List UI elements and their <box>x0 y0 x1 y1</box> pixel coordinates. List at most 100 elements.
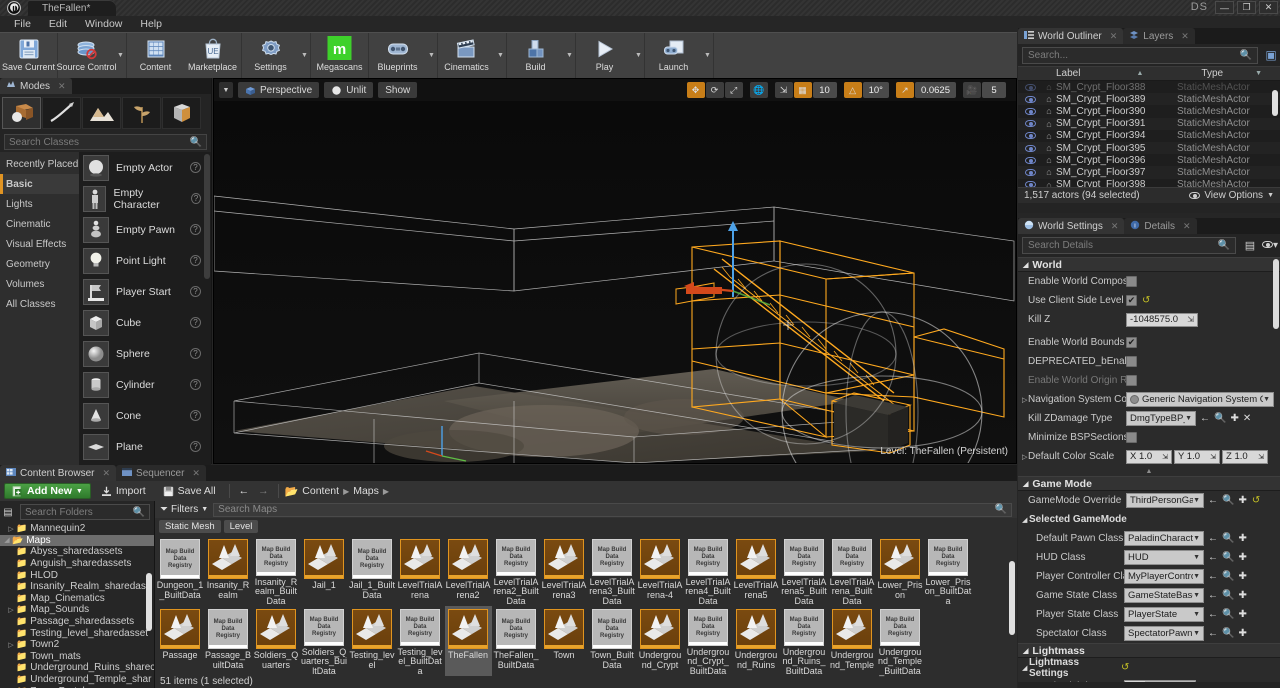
visibility-eye-icon[interactable] <box>1018 107 1042 115</box>
folder-row[interactable]: ▷ 📁 Map_Sounds <box>0 604 154 616</box>
folder-row[interactable]: 📁 Insanity_Realm_sharedass <box>0 581 154 593</box>
rotation-snap-value[interactable]: 10° <box>862 82 889 98</box>
menu-window[interactable]: Window <box>77 17 130 31</box>
category-basic[interactable]: Basic <box>0 174 79 194</box>
asset-tile[interactable]: Map Build Data Registry Testing_level_Bui… <box>397 606 444 676</box>
browse-back-icon[interactable]: ← <box>1208 609 1218 620</box>
browse-back-icon[interactable]: ← <box>1200 413 1210 424</box>
outliner-search-input[interactable]: Search... 🔍 <box>1022 47 1258 64</box>
settings-dropdown-icon[interactable]: ▼ <box>299 33 310 78</box>
breadcrumb-content[interactable]: Content <box>302 485 339 497</box>
asset-tile[interactable]: Map Build Data Registry LevelTrialArena_B… <box>829 536 876 606</box>
default-pawn-class-combo[interactable]: PaladinCharacter ▼ <box>1124 531 1204 546</box>
reset-icon[interactable]: ↺ <box>1121 662 1129 673</box>
column-type[interactable]: Type <box>1201 68 1223 79</box>
folder-row[interactable]: 📁 HLOD <box>0 569 154 581</box>
player-controller-class-combo[interactable]: MyPlayerController ▼ <box>1124 569 1204 584</box>
close-icon[interactable]: ✕ <box>102 468 110 479</box>
chevron-down-icon[interactable]: ▼ <box>1263 396 1270 403</box>
search-asset-icon[interactable]: 🔍 <box>1222 533 1234 544</box>
asset-tile[interactable]: LevelTrialArena-4 <box>637 536 684 606</box>
folder-row[interactable]: 📁 Passage_sharedassets <box>0 616 154 628</box>
hud-class-combo[interactable]: HUD ▼ <box>1124 550 1204 565</box>
list-item[interactable]: Cube ? <box>79 307 211 338</box>
help-icon[interactable]: ? <box>190 255 201 266</box>
list-item[interactable]: Cylinder ? <box>79 369 211 400</box>
settings-button[interactable]: Settings <box>242 33 299 78</box>
asset-tile[interactable]: Lower_Prison <box>877 536 924 606</box>
translate-tool-button[interactable]: ✥ <box>686 82 705 98</box>
category-geometry[interactable]: Geometry <box>0 254 79 274</box>
menu-edit[interactable]: Edit <box>41 17 75 31</box>
filter-chip-level[interactable]: Level <box>223 519 259 533</box>
megascans-button[interactable]: m Megascans <box>311 33 368 78</box>
visibility-eye-icon[interactable] <box>1018 132 1042 140</box>
tab-layers[interactable]: Layers ✕ <box>1123 28 1195 44</box>
spectator-class-combo[interactable]: SpectatorPawn ▼ <box>1124 626 1204 641</box>
section-collapse-handle[interactable]: ▲ <box>1018 466 1280 476</box>
clear-asset-icon[interactable]: ✕ <box>1243 413 1251 424</box>
navigation-system-config-combo[interactable]: Generic Navigation System Config ▼ <box>1126 392 1274 407</box>
asset-tile[interactable]: Underground_Ruins <box>733 606 780 676</box>
browse-back-icon[interactable]: ← <box>1208 628 1218 639</box>
folder-tree[interactable]: ▷ 📁 Mannequin2 ◢ 📂 Maps 📁 Abyss_sharedassets … <box>0 523 154 688</box>
asset-tile[interactable]: Map Build Data Registry Dungeon_1_BuiltDa… <box>157 536 204 606</box>
use-selected-icon[interactable]: ✚ <box>1238 533 1246 544</box>
filters-button[interactable]: ⏷ Filters ▼ <box>160 504 208 515</box>
property-default-pawn-class[interactable]: Default Pawn Class PaladinCharacter ▼ ← … <box>1018 529 1280 548</box>
source-control-dropdown-icon[interactable]: ▼ <box>115 33 126 78</box>
list-item[interactable]: Plane ? <box>79 431 211 462</box>
column-label[interactable]: Label <box>1056 68 1080 79</box>
import-button[interactable]: Import <box>94 483 153 499</box>
tab-content-browser[interactable]: Content Browser ✕ <box>0 465 117 481</box>
asset-tile[interactable]: Map Build Data Registry TheFallen_BuiltDa… <box>493 606 540 676</box>
search-classes-input[interactable]: Search Classes 🔍 <box>4 134 207 150</box>
close-icon[interactable]: ✕ <box>1181 31 1189 42</box>
kill-z-damage-type-combo[interactable]: DmgTypeBP_Enviro ▼ <box>1126 411 1196 426</box>
visibility-eye-icon[interactable] <box>1018 181 1042 187</box>
property-deprecated-benable[interactable]: DEPRECATED_bEnable <box>1018 352 1280 371</box>
build-button[interactable]: Build <box>507 33 564 78</box>
use-selected-icon[interactable]: ✚ <box>1238 590 1246 601</box>
visibility-eye-icon[interactable] <box>1018 156 1042 164</box>
property-hud-class[interactable]: HUD Class HUD ▼ ← 🔍 ✚ <box>1018 548 1280 567</box>
folder-row[interactable]: 📁 Anguish_sharedassets <box>0 558 154 570</box>
cinematics-button[interactable]: Cinematics <box>438 33 495 78</box>
chevron-down-icon[interactable]: ▼ <box>1193 611 1200 618</box>
table-row[interactable]: ⌂ SM_Crypt_Floor390 StaticMeshActor <box>1018 105 1280 117</box>
landscape-mode-button[interactable] <box>82 97 121 129</box>
visibility-eye-icon[interactable] <box>1018 83 1042 91</box>
asset-tile[interactable]: Map Build Data Registry Passage_BuiltData <box>205 606 252 676</box>
lighting-mode-button[interactable]: Unlit <box>324 82 374 98</box>
category-volumes[interactable]: Volumes <box>0 274 79 294</box>
property-kill-z-damage-type[interactable]: Kill ZDamage Type DmgTypeBP_Enviro ▼ ← 🔍… <box>1018 409 1280 428</box>
help-icon[interactable]: ? <box>190 379 201 390</box>
rotate-tool-button[interactable]: ⟳ <box>705 82 724 98</box>
checkbox[interactable]: ✔ <box>1126 295 1137 306</box>
expander-icon[interactable]: ◢ <box>1022 664 1029 672</box>
asset-search-input[interactable]: Search Maps 🔍 <box>213 502 1012 517</box>
details-search-input[interactable]: Search Details 🔍 <box>1022 237 1236 254</box>
list-item[interactable]: Empty Character ? <box>79 183 211 214</box>
table-row[interactable]: ⌂ SM_Crypt_Floor397 StaticMeshActor <box>1018 166 1280 179</box>
grid-snap-toggle[interactable]: ▦ <box>793 82 812 98</box>
foliage-mode-button[interactable] <box>122 97 161 129</box>
browse-back-icon[interactable]: ← <box>1208 533 1218 544</box>
folder-row[interactable]: 📁 Abyss_sharedassets <box>0 546 154 558</box>
asset-tile[interactable]: Insanity_Realm <box>205 536 252 606</box>
launch-dropdown-icon[interactable]: ▼ <box>702 33 713 78</box>
close-button[interactable]: ✕ <box>1259 1 1278 14</box>
asset-grid[interactable]: Map Build Data Registry Dungeon_1_BuiltDa… <box>155 534 1017 686</box>
source-control-button[interactable]: Source Control <box>56 33 117 78</box>
asset-tile[interactable]: Map Build Data Registry Underground_Ruins… <box>781 606 828 676</box>
camera-speed-icon[interactable]: 🎥 <box>963 82 981 98</box>
search-asset-icon[interactable]: 🔍 <box>1222 590 1234 601</box>
asset-tile[interactable]: LevelTrialArena3 <box>541 536 588 606</box>
viewport-canvas[interactable]: Level: TheFallen (Persistent) <box>214 101 1016 463</box>
asset-tile[interactable]: Town <box>541 606 588 676</box>
visibility-eye-icon[interactable] <box>1018 120 1042 128</box>
chevron-down-icon[interactable]: ▼ <box>1193 592 1200 599</box>
asset-tile[interactable]: LevelTrialArena <box>397 536 444 606</box>
asset-tile[interactable]: TheFallen <box>444 606 492 676</box>
folder-row[interactable]: 📁 Town_mats <box>0 651 154 663</box>
